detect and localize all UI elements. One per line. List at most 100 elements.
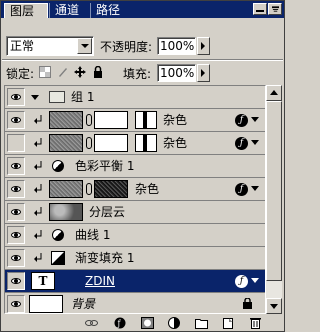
gradient-icon (51, 251, 65, 265)
eye-pupil (11, 186, 21, 192)
vector-mask-thumbnail (135, 111, 157, 129)
layer-row-curves[interactable]: 曲线 1 (5, 224, 265, 247)
fill-label: 填充: (123, 67, 152, 81)
clipping-arrow-icon (34, 184, 42, 193)
opacity-label: 不透明度: (100, 40, 153, 54)
eye-pupil (11, 117, 21, 123)
chevron-down-icon[interactable] (77, 38, 92, 54)
clipping-arrow-icon (34, 253, 42, 262)
eye-icon[interactable] (7, 203, 25, 221)
layer-row-text[interactable]: T ZDIN ƒ (5, 270, 265, 293)
layer-name: 杂色 (163, 136, 188, 150)
layer-row-noise[interactable]: 杂色 ƒ (5, 132, 265, 155)
layer-thumbnail (49, 111, 83, 129)
eye-icon[interactable] (7, 88, 25, 106)
adjustment-layer-icon (52, 160, 64, 172)
layer-row-noise[interactable]: 杂色 ƒ (5, 178, 265, 201)
eye-icon[interactable] (7, 134, 25, 152)
blend-mode-value: 正常 (10, 39, 35, 53)
layer-row-group[interactable]: 组 1 (5, 86, 265, 109)
fx-icon[interactable]: ƒ (235, 114, 248, 127)
new-adjustment-layer-icon[interactable] (168, 317, 181, 329)
link-icon[interactable] (86, 137, 92, 149)
lock-all-icon[interactable] (92, 66, 104, 78)
lock-transparency-icon[interactable] (39, 66, 51, 78)
minimize-button[interactable] (253, 3, 267, 15)
blend-mode-select[interactable]: 正常 (6, 36, 94, 56)
panel-menu-button[interactable] (268, 3, 282, 15)
chevron-down-icon[interactable] (251, 278, 259, 283)
link-icon[interactable] (86, 114, 92, 126)
fill-input[interactable]: 100% (157, 64, 196, 82)
layer-name: 组 1 (71, 90, 95, 104)
new-group-icon[interactable] (195, 317, 208, 329)
text-layer-thumbnail: T (31, 272, 55, 290)
clipping-arrow-icon (34, 230, 42, 239)
lock-image-icon[interactable] (57, 66, 69, 78)
eye-pupil (11, 163, 21, 169)
link-layers-icon[interactable] (85, 317, 98, 329)
tab-paths[interactable]: 路径 (90, 3, 130, 18)
eye-icon[interactable] (7, 157, 25, 175)
folder-icon (49, 91, 65, 103)
eye-pupil (11, 278, 21, 284)
layer-thumbnail (49, 180, 83, 198)
layer-style-icon[interactable]: ƒ (114, 317, 127, 329)
new-layer-icon[interactable] (222, 317, 235, 329)
eye-icon[interactable] (7, 180, 25, 198)
vector-mask-thumbnail (135, 134, 157, 152)
chevron-down-icon[interactable] (251, 117, 259, 122)
layer-name: 曲线 1 (75, 228, 111, 242)
eye-icon[interactable] (7, 249, 25, 267)
tab-layers[interactable]: 图层 (4, 3, 48, 18)
lock-position-icon[interactable] (74, 66, 86, 78)
fx-icon[interactable]: ƒ (235, 183, 248, 196)
eye-icon[interactable] (7, 272, 25, 290)
chevron-down-icon[interactable] (31, 95, 39, 100)
link-icon[interactable] (86, 183, 92, 195)
eye-icon[interactable] (7, 111, 25, 129)
divider (2, 59, 283, 61)
layers-scrollbar[interactable] (266, 85, 282, 314)
eye-icon[interactable] (7, 295, 25, 313)
minimize-icon (256, 10, 264, 12)
layer-name: 分层云 (89, 205, 126, 219)
scroll-up-button[interactable] (266, 85, 282, 101)
layer-row-gradient-fill[interactable]: 渐变填充 1 (5, 247, 265, 270)
layer-name: 杂色 (135, 182, 160, 196)
scrollbar-thumb[interactable] (266, 101, 282, 281)
eye-pupil (11, 209, 21, 215)
chevron-down-icon[interactable] (251, 140, 259, 145)
fx-icon[interactable]: ƒ (235, 275, 248, 288)
lock-label: 锁定: (6, 67, 35, 81)
eye-pupil (11, 301, 21, 307)
opacity-slider-button[interactable] (197, 37, 210, 55)
layer-row-clouds[interactable]: 分层云 (5, 201, 265, 224)
fill-slider-button[interactable] (197, 64, 210, 82)
layers-panel-window: 图层 通道 路径 正常 不透明度: 100% 锁定: 填充: 100% 组 1 … (0, 0, 285, 332)
layers-list: 组 1 杂色 ƒ 杂色 ƒ 色彩平衡 1 杂色 ƒ 分层云 曲线 1 渐变填充 … (4, 85, 266, 314)
layer-name: ZDIN (85, 274, 115, 288)
eye-icon[interactable] (7, 226, 25, 244)
tab-channels[interactable]: 通道 (49, 3, 89, 18)
layer-thumbnail (49, 203, 83, 221)
layer-mask-thumbnail (94, 180, 128, 198)
layer-row-noise[interactable]: 杂色 ƒ (5, 109, 265, 132)
clipping-arrow-icon (34, 161, 42, 170)
eye-pupil (11, 232, 21, 238)
clipping-arrow-icon (34, 115, 42, 124)
layer-mask-thumbnail (94, 134, 128, 152)
lock-icon (243, 298, 252, 309)
layer-row-background[interactable]: 背景 (5, 293, 265, 313)
chevron-down-icon[interactable] (251, 186, 259, 191)
fx-icon[interactable]: ƒ (235, 137, 248, 150)
clipping-arrow-icon (34, 138, 42, 147)
eye-pupil (11, 94, 21, 100)
scroll-down-button[interactable] (266, 298, 282, 314)
trash-icon[interactable] (249, 317, 262, 329)
add-mask-icon[interactable] (141, 317, 154, 329)
layer-name: 杂色 (163, 113, 188, 127)
opacity-input[interactable]: 100% (157, 37, 196, 55)
layer-row-color-balance[interactable]: 色彩平衡 1 (5, 155, 265, 178)
eye-pupil (11, 255, 21, 261)
